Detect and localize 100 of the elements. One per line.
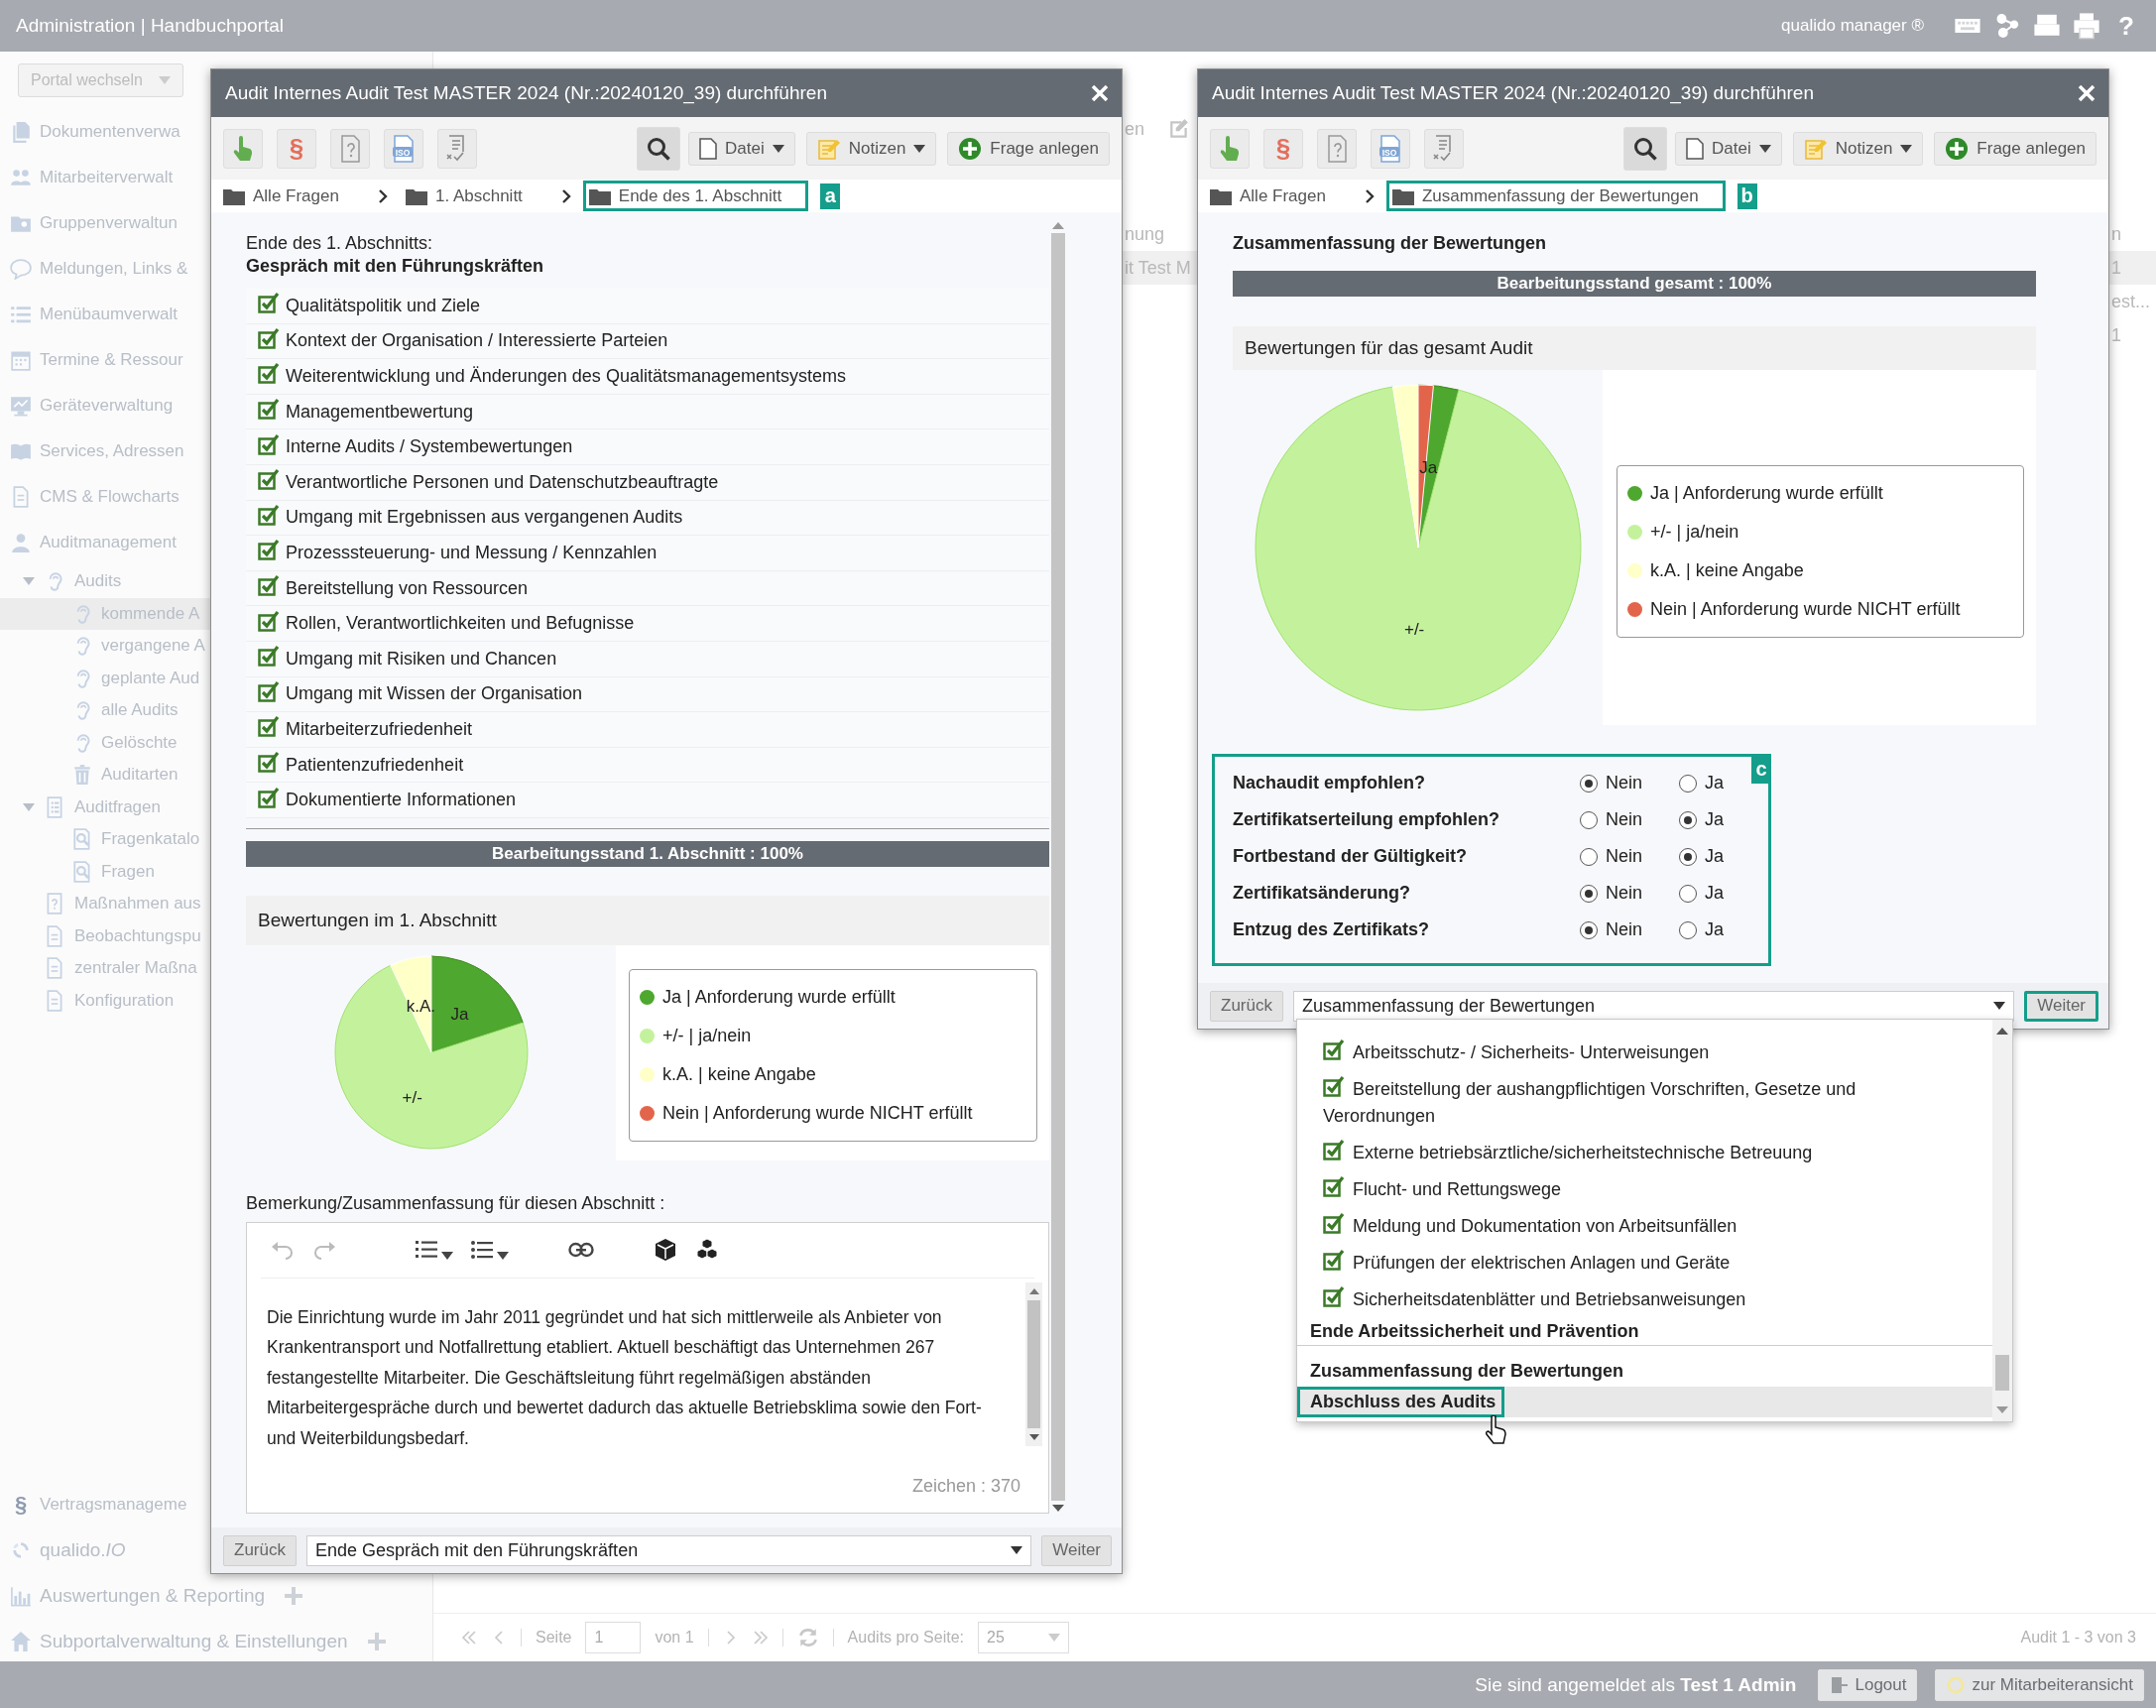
page-field[interactable]: 1 [585, 1622, 642, 1653]
printer-icon[interactable] [2073, 12, 2100, 40]
pointer-button[interactable] [223, 128, 263, 169]
option-item[interactable]: Externe betriebsärztliche/sicherheitstechnische Betreuung [1297, 1134, 1992, 1170]
breadcrumb[interactable]: Zusammenfassung der Bewertungen [1385, 181, 1726, 211]
nav-item[interactable]: § Vertragsmanageme [0, 1485, 193, 1525]
cube-icon[interactable] [654, 1238, 677, 1263]
nav-item[interactable]: Auditfragen [0, 791, 210, 823]
option-item[interactable]: Flucht- und Rettungswege [1297, 1170, 1992, 1207]
nav-item[interactable]: Dokumentenverwa [0, 109, 210, 155]
question-select[interactable]: Zusammenfassung der Bewertungen [1292, 990, 2015, 1022]
numbered-list-icon[interactable] [416, 1240, 437, 1261]
table-row[interactable]: est... [2107, 285, 2156, 318]
back-button[interactable]: Zurück [223, 1534, 297, 1566]
notes-menu[interactable]: Notizen [1792, 131, 1924, 166]
undo-icon[interactable] [271, 1240, 295, 1261]
notes-menu[interactable]: Notizen [805, 131, 937, 166]
radio-button[interactable] [1580, 810, 1598, 829]
scrollbar-thumb[interactable] [1995, 1355, 2009, 1391]
iso-button[interactable]: ISO [384, 128, 423, 169]
employee-view-button[interactable]: zur Mitarbeiteransicht [1935, 1668, 2144, 1701]
nav-item[interactable]: Audits [0, 565, 210, 598]
link-icon[interactable] [568, 1242, 594, 1259]
breadcrumb[interactable]: Ende des 1. Abschnitt [582, 181, 809, 211]
option-item[interactable]: Abschluss des Audits [1297, 1387, 1505, 1417]
search-button[interactable] [637, 126, 681, 171]
radio-button[interactable] [1580, 920, 1598, 939]
close-icon[interactable] [1090, 83, 1110, 103]
edit-icon[interactable] [1168, 118, 1191, 140]
option-item[interactable]: Zusammenfassung der Bewertungen [1297, 1357, 1633, 1385]
scroll-down-icon[interactable] [1028, 1433, 1039, 1440]
nav-item[interactable]: alle Audits [0, 694, 210, 727]
nav-item[interactable]: Subportalverwaltung & Einstellungen [0, 1622, 392, 1661]
breadcrumb[interactable]: Alle Fragen [217, 181, 366, 211]
checklist-button[interactable] [1424, 128, 1464, 169]
checklist-button[interactable] [437, 128, 477, 169]
bullet-list-icon[interactable] [471, 1240, 493, 1261]
nav-item[interactable]: vergangene A [0, 630, 210, 663]
radio-button[interactable] [1679, 810, 1697, 829]
next-button[interactable]: Weiter [1041, 1534, 1112, 1566]
nav-item[interactable]: Gelöschte [0, 726, 210, 759]
text-editor[interactable] [246, 1221, 1049, 1514]
nav-item[interactable]: Termine & Ressour [0, 337, 210, 383]
nav-item[interactable]: Services, Adressen [0, 428, 210, 474]
nav-item[interactable]: Fragenkatalo [0, 823, 210, 856]
question-select[interactable]: Ende Gespräch mit den Führungskräften [305, 1534, 1032, 1566]
option-item[interactable]: Bereitstellung der aushangpflichtigen Vorschriften, Gesetze und Verordnungen [1297, 1070, 1992, 1134]
radio-button[interactable] [1580, 774, 1598, 793]
nav-item[interactable]: Maßnahmen aus [0, 888, 210, 920]
breadcrumb[interactable]: Alle Fragen [1204, 181, 1353, 211]
search-button[interactable] [1623, 126, 1668, 171]
nav-item[interactable]: Menübaumverwalt [0, 292, 210, 337]
option-item[interactable]: Arbeitsschutz- / Sicherheits- Unterweisungen [1297, 1034, 1992, 1070]
file-menu[interactable]: Datei [1675, 131, 1782, 166]
scrollbar-thumb[interactable] [1027, 1299, 1040, 1428]
nav-item[interactable]: Meldungen, Links & [0, 246, 210, 292]
scroll-down-icon[interactable] [1052, 1505, 1064, 1512]
iso-button[interactable]: ISO [1371, 128, 1410, 169]
plus-icon[interactable] [367, 1633, 386, 1650]
nav-item[interactable]: Beobachtungspu [0, 919, 210, 952]
nav-item[interactable]: Auditarten [0, 759, 210, 792]
nav-item[interactable]: CMS & Flowcharts [0, 474, 210, 520]
radio-button[interactable] [1679, 847, 1697, 866]
radio-button[interactable] [1679, 884, 1697, 903]
radio-button[interactable] [1580, 847, 1598, 866]
nav-item[interactable]: Fragen [0, 855, 210, 888]
close-icon[interactable] [2077, 83, 2096, 103]
logout-button[interactable]: Logout [1818, 1668, 1918, 1701]
option-item[interactable]: Ende Arbeitssicherheit und Prävention [1297, 1317, 1648, 1345]
add-question-button[interactable]: Frage anlegen [947, 131, 1110, 166]
nav-item[interactable]: Gruppenverwaltun [0, 200, 210, 246]
nav-item[interactable]: Auditmanagement [0, 520, 210, 565]
table-row[interactable]: 1 [2107, 318, 2156, 352]
back-button[interactable]: Zurück [1210, 990, 1283, 1022]
add-question-button[interactable]: Frage anlegen [1934, 131, 2096, 166]
paragraph-button[interactable]: § [1263, 128, 1303, 169]
next-button[interactable]: Weiter [2024, 990, 2098, 1022]
nav-item[interactable]: Auswertungen & Reporting [0, 1576, 309, 1616]
file-menu[interactable]: Datei [688, 131, 795, 166]
option-item[interactable]: Prüfungen der elektrischen Anlagen und Geräte [1297, 1244, 1992, 1281]
radio-button[interactable] [1679, 920, 1697, 939]
nav-item[interactable]: Konfiguration [0, 984, 210, 1017]
paragraph-button[interactable]: § [277, 128, 316, 169]
pointer-button[interactable] [1210, 128, 1250, 169]
nav-item[interactable]: qualido.IO [0, 1530, 132, 1570]
question-button[interactable] [1317, 128, 1357, 169]
plus-icon[interactable] [285, 1587, 303, 1605]
radio-button[interactable] [1580, 884, 1598, 903]
radio-button[interactable] [1679, 774, 1697, 793]
option-item[interactable]: Meldung und Dokumentation von Arbeitsunfällen [1297, 1207, 1992, 1244]
option-item[interactable]: Sicherheitsdatenblätter und Betriebsanweisungen [1297, 1281, 1992, 1317]
last-page-icon[interactable] [752, 1630, 769, 1646]
scrollbar-thumb[interactable] [1051, 233, 1065, 1501]
nav-item[interactable]: zentraler Maßna [0, 952, 210, 985]
redo-icon[interactable] [312, 1240, 336, 1261]
question-button[interactable] [330, 128, 370, 169]
nav-item[interactable]: Geräteverwaltung [0, 383, 210, 428]
nav-item[interactable]: Mitarbeiterverwalt [0, 155, 210, 200]
refresh-icon[interactable] [796, 1627, 819, 1648]
breadcrumb[interactable]: 1. Abschnitt [399, 181, 549, 211]
